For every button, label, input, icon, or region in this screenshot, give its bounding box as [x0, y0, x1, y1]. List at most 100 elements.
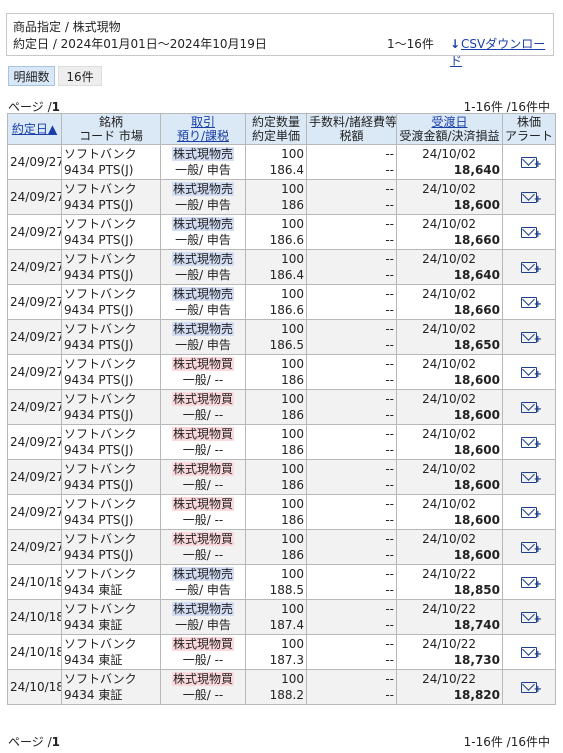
- quantity-price-cell: 100 187.4: [245, 599, 307, 635]
- mail-plus-icon[interactable]: [521, 506, 542, 520]
- stock-cell: ソフトバンク 9434 東証: [61, 634, 161, 670]
- quantity-price-cell: 100 186: [245, 354, 307, 390]
- fee: --: [385, 287, 394, 301]
- trade-type: 株式現物買: [171, 497, 234, 511]
- account-type: 一般/ --: [182, 373, 224, 387]
- quantity-price-cell: 100 186.4: [245, 249, 307, 285]
- fee: --: [385, 637, 394, 651]
- stock-name: ソフトバンク: [64, 357, 137, 371]
- mail-plus-icon[interactable]: [521, 611, 542, 625]
- trade-type: 株式現物売: [171, 602, 234, 616]
- settlement-date: 24/10/02: [422, 182, 476, 196]
- mail-plus-icon[interactable]: [521, 261, 542, 275]
- mail-plus-icon[interactable]: [521, 156, 542, 170]
- tax: --: [385, 583, 394, 597]
- csv-download-link[interactable]: ↓CSVダウンロード: [450, 35, 553, 69]
- quantity: 100: [281, 427, 304, 441]
- fee-tax-cell: -- --: [306, 249, 397, 285]
- quantity: 100: [281, 147, 304, 161]
- tax: --: [385, 338, 394, 352]
- settlement-date: 24/10/02: [422, 532, 476, 546]
- stock-name: ソフトバンク: [64, 182, 137, 196]
- trade-rows: 24/09/27 ソフトバンク 9434 PTS(J) 株式現物売 一般/ 申告 100 1…: [7, 144, 556, 705]
- mail-plus-icon[interactable]: [521, 541, 542, 555]
- unit-price: 186: [281, 548, 304, 562]
- quantity: 100: [281, 532, 304, 546]
- settlement-amount: 18,600: [453, 478, 500, 492]
- trade-date: 24/09/27: [7, 284, 62, 320]
- settlement-amount: 18,850: [453, 583, 500, 597]
- header-stock: 銘柄 コード 市場: [61, 113, 161, 145]
- header-trade-date[interactable]: 約定日▲: [7, 113, 62, 145]
- mail-plus-icon[interactable]: [521, 296, 542, 310]
- trade-type: 株式現物売: [171, 252, 234, 266]
- settlement-cell: 24/10/22 18,820: [396, 669, 503, 705]
- quantity-price-cell: 100 186: [245, 424, 307, 460]
- mail-plus-icon[interactable]: [521, 646, 542, 660]
- tax: --: [385, 478, 394, 492]
- quantity: 100: [281, 602, 304, 616]
- unit-price: 186.4: [269, 268, 304, 282]
- unit-price: 188.2: [269, 688, 304, 702]
- tax: --: [385, 233, 394, 247]
- stock-name: ソフトバンク: [64, 217, 137, 231]
- stock-code-market: 9434 東証: [64, 653, 123, 667]
- tax: --: [385, 653, 394, 667]
- settlement-date: 24/10/02: [422, 392, 476, 406]
- unit-price: 186: [281, 478, 304, 492]
- price-alert-cell: [502, 529, 556, 565]
- tax: --: [385, 548, 394, 562]
- mail-plus-icon[interactable]: [521, 226, 542, 240]
- fee: --: [385, 392, 394, 406]
- quantity-price-cell: 100 186.4: [245, 144, 307, 180]
- mail-plus-icon[interactable]: [521, 191, 542, 205]
- fee: --: [385, 252, 394, 266]
- mail-plus-icon[interactable]: [521, 576, 542, 590]
- account-type: 一般/ 申告: [175, 233, 231, 247]
- quantity-price-cell: 100 186: [245, 529, 307, 565]
- settlement-cell: 24/10/02 18,600: [396, 354, 503, 390]
- unit-price: 186.6: [269, 303, 304, 317]
- mail-plus-icon[interactable]: [521, 436, 542, 450]
- header-trade-type[interactable]: 取引 預り/課税: [160, 113, 246, 145]
- settlement-cell: 24/10/02 18,640: [396, 249, 503, 285]
- stock-name: ソフトバンク: [64, 427, 137, 441]
- stock-name: ソフトバンク: [64, 287, 137, 301]
- quantity-price-cell: 100 186.5: [245, 319, 307, 355]
- quantity-price-cell: 100 186: [245, 179, 307, 215]
- fee: --: [385, 182, 394, 196]
- table-row: 24/09/27 ソフトバンク 9434 PTS(J) 株式現物買 一般/ -- 100 1…: [7, 354, 556, 390]
- settlement-amount: 18,660: [453, 233, 500, 247]
- settlement-date: 24/10/02: [422, 357, 476, 371]
- tax: --: [385, 408, 394, 422]
- unit-price: 186: [281, 513, 304, 527]
- mail-plus-icon[interactable]: [521, 331, 542, 345]
- mail-plus-icon[interactable]: [521, 366, 542, 380]
- stock-code-market: 9434 東証: [64, 583, 123, 597]
- table-row: 24/09/27 ソフトバンク 9434 PTS(J) 株式現物買 一般/ -- 100 1…: [7, 459, 556, 495]
- trade-type: 株式現物売: [171, 147, 234, 161]
- settlement-date: 24/10/22: [422, 637, 476, 651]
- mail-plus-icon[interactable]: [521, 681, 542, 695]
- mail-plus-icon[interactable]: [521, 471, 542, 485]
- tax: --: [385, 268, 394, 282]
- price-alert-cell: [502, 494, 556, 530]
- quantity-price-cell: 100 186.6: [245, 284, 307, 320]
- price-alert-cell: [502, 669, 556, 705]
- stock-cell: ソフトバンク 9434 PTS(J): [61, 214, 161, 250]
- trade-date: 24/09/27: [7, 319, 62, 355]
- tax: --: [385, 443, 394, 457]
- fee-tax-cell: -- --: [306, 564, 397, 600]
- header-settlement[interactable]: 受渡日 受渡金額/決済損益: [396, 113, 503, 145]
- stock-name: ソフトバンク: [64, 497, 137, 511]
- stock-code-market: 9434 PTS(J): [64, 478, 134, 492]
- price-alert-cell: [502, 354, 556, 390]
- fee: --: [385, 497, 394, 511]
- fee: --: [385, 427, 394, 441]
- stock-code-market: 9434 PTS(J): [64, 268, 134, 282]
- account-type: 一般/ 申告: [175, 618, 231, 632]
- trade-date: 24/10/18: [7, 634, 62, 670]
- unit-price: 186: [281, 198, 304, 212]
- mail-plus-icon[interactable]: [521, 401, 542, 415]
- price-alert-cell: [502, 564, 556, 600]
